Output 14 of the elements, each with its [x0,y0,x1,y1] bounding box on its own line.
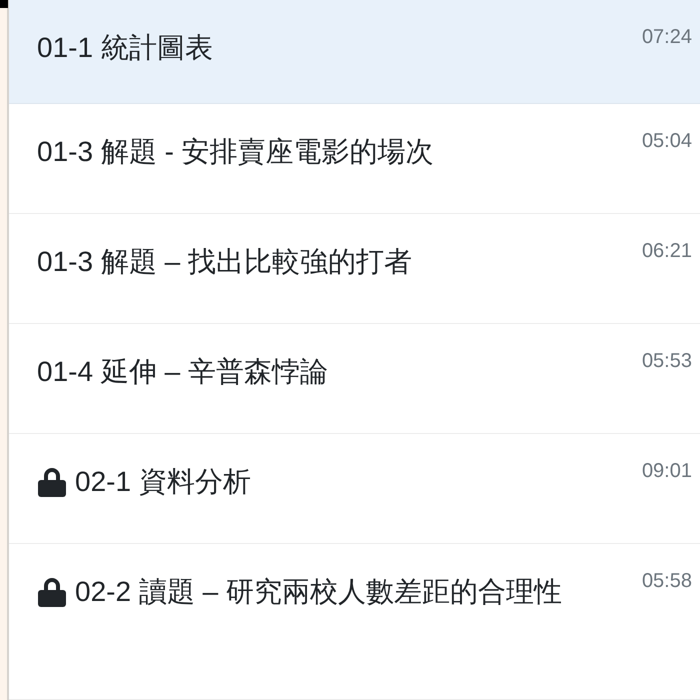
lesson-item[interactable]: 01-1 統計圖表 07:24 [9,0,700,104]
lesson-duration: 07:24 [642,26,692,49]
lesson-duration: 05:58 [642,570,692,593]
lesson-title: 02-1 資料分析 [75,465,252,499]
corner-mark [0,0,8,8]
lesson-title: 01-1 統計圖表 [37,31,214,65]
lesson-title: 01-4 延伸 – 辛普森悖論 [37,355,329,389]
lesson-duration: 05:53 [642,350,692,373]
lesson-duration: 05:04 [642,130,692,153]
lesson-duration: 09:01 [642,460,692,483]
lesson-title: 02-2 讀題 – 研究兩校人數差距的合理性 [75,575,563,609]
lesson-duration: 06:21 [642,240,692,263]
lesson-title: 01-3 解題 – 找出比較強的打者 [37,245,413,279]
lesson-title: 01-3 解題 - 安排賣座電影的場次 [37,135,435,169]
